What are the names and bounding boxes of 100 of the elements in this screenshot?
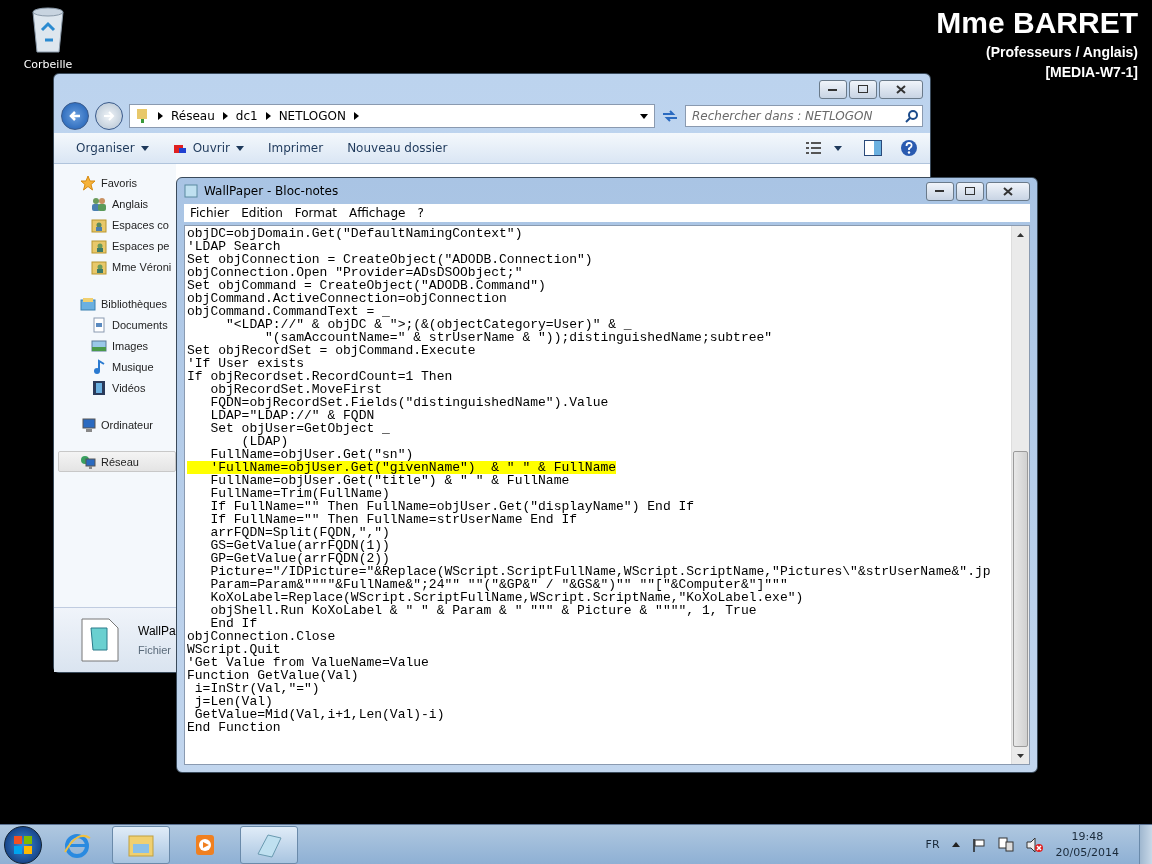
maximize-button[interactable] xyxy=(849,80,877,99)
code-line: If objRecordset.RecordCount=1 Then xyxy=(187,370,453,383)
code-line: 'If User exists xyxy=(187,357,305,370)
network-icon[interactable] xyxy=(997,836,1014,853)
toolbar-button[interactable]: Nouveau dossier xyxy=(337,138,458,158)
nav-item[interactable]: Ordinateur xyxy=(54,414,176,435)
search-field[interactable]: Rechercher dans : NETLOGON xyxy=(685,105,923,127)
nav-item[interactable]: Espaces pe xyxy=(54,235,176,256)
language-indicator[interactable]: FR xyxy=(925,838,940,851)
menu-item[interactable]: ? xyxy=(411,206,430,220)
code-line: "(samAccountName=" & strUserName & "));distinguishedName;subtree" xyxy=(265,331,773,344)
open-with-icon xyxy=(172,142,187,154)
code-line: FullName=objUser.Get("sn") xyxy=(209,448,414,461)
user-group: (Professeurs / Anglais) xyxy=(986,44,1138,60)
nav-item[interactable]: Documents xyxy=(54,314,176,335)
scroll-down-icon[interactable] xyxy=(1017,753,1024,758)
code-line: 'Get Value from ValueName=Value xyxy=(187,656,429,669)
breadcrumb-item[interactable]: dc1 xyxy=(235,109,258,123)
menu-item[interactable]: Affichage xyxy=(343,206,412,220)
code-line: GetValue=Mid(Val,i+1,Len(Val)-i) xyxy=(193,708,445,721)
close-button[interactable] xyxy=(986,181,1030,201)
code-line: GP=GetValue(arrFQDN(2)) xyxy=(209,552,390,565)
code-line: End If xyxy=(209,617,258,630)
nav-item[interactable]: Espaces co xyxy=(54,214,176,235)
code-line: "<LDAP://" & objDC & ">;(&(objectCategory=User)" & _ xyxy=(226,318,632,331)
desktop-icon-label[interactable]: Corbeille xyxy=(23,58,73,71)
toolbar-button[interactable]: Imprimer xyxy=(258,138,334,158)
code-line: FQDN=objRecordSet.Fields("distinguishedName").Value xyxy=(209,396,609,409)
chevron-icon xyxy=(222,112,228,120)
nav-item[interactable]: Anglais xyxy=(54,193,176,214)
code-line: (LDAP) xyxy=(241,435,289,448)
code-line: FullName=objUser.Get("title") & " " & FullName xyxy=(209,474,570,487)
music-icon xyxy=(91,358,107,375)
windows-logo-icon xyxy=(13,834,33,855)
nav-item[interactable]: Musique xyxy=(54,356,176,377)
close-button[interactable] xyxy=(879,80,923,99)
file-type: Fichier xyxy=(138,644,172,656)
computer-name: [MEDIA-W7-1] xyxy=(1045,64,1138,80)
scroll-thumb[interactable] xyxy=(1013,450,1028,747)
address-bar[interactable]: Réseau dc1 NETLOGON xyxy=(129,104,655,128)
code-line: objConnection.Open "Provider=ADsDSOObject;" xyxy=(187,266,523,279)
menu-item[interactable]: Fichier xyxy=(184,206,236,220)
toolbar-button[interactable]: Ouvrir xyxy=(162,138,254,158)
network-icon xyxy=(80,453,96,470)
code-line: i=InStr(Val,"=") xyxy=(193,682,320,695)
code-line: Set objRecordSet = objCommand.Execute xyxy=(187,344,476,357)
code-line: GS=GetValue(arrFQDN(1)) xyxy=(209,539,390,552)
muted-speaker-icon[interactable] xyxy=(1025,836,1044,853)
code-line: 'LDAP Search xyxy=(187,240,281,253)
dropdown-icon[interactable] xyxy=(640,113,648,119)
code-line: j=Len(Val) xyxy=(193,695,273,708)
code-line: Set objConnection = CreateObject("ADODB.Connection") xyxy=(187,253,593,266)
minimize-button[interactable] xyxy=(926,181,954,201)
forward-button[interactable] xyxy=(95,102,123,130)
nav-item[interactable]: Bibliothèques xyxy=(54,293,176,314)
video-icon xyxy=(91,379,107,396)
refresh-icon[interactable] xyxy=(661,109,679,123)
taskbar-app[interactable] xyxy=(240,825,298,864)
code-line: End Function xyxy=(187,721,281,734)
minimize-icon xyxy=(935,189,945,193)
vertical-scrollbar[interactable] xyxy=(1011,226,1029,764)
code-line: Param=Param&""""&FullName&";24"" ""("&GP&" / "&GS&")"" ""["&Computer&"]""" xyxy=(209,578,788,591)
nav-item[interactable]: Vidéos xyxy=(54,377,176,398)
show-desktop-button[interactable] xyxy=(1139,824,1152,864)
nav-item[interactable]: Favoris xyxy=(54,172,176,193)
toolbar-button[interactable]: Organiser xyxy=(66,138,159,158)
code-line: If FullName="" Then FullName=strUserName End If xyxy=(209,513,578,526)
code-line: objConnection.Close xyxy=(187,630,336,643)
script-file-icon xyxy=(81,618,119,662)
close-icon xyxy=(896,85,906,94)
taskbar-app[interactable] xyxy=(112,825,170,864)
nav-item[interactable]: Mme Véroni xyxy=(54,256,176,277)
nav-item[interactable]: Réseau xyxy=(58,451,176,472)
nav-item[interactable]: Images xyxy=(54,335,176,356)
shared-folder-icon xyxy=(91,216,107,233)
code-line: objCommand.CommandText = _ xyxy=(187,305,390,318)
flag-icon[interactable] xyxy=(971,837,986,852)
minimize-button[interactable] xyxy=(819,80,847,99)
show-hidden-icons-icon[interactable] xyxy=(951,842,960,847)
start-button[interactable] xyxy=(4,825,42,864)
code-line: Picture="/IDPicture="&Replace(WScript.ScriptFullName,WScript.ScriptName,"Pictures\"&strUserName&".jp xyxy=(209,565,991,578)
preview-pane-icon[interactable] xyxy=(864,140,882,156)
chevron-icon xyxy=(158,112,163,120)
maximize-icon xyxy=(858,85,868,94)
breadcrumb-item[interactable]: NETLOGON xyxy=(278,109,346,123)
maximize-button[interactable] xyxy=(956,181,984,201)
network-folder-icon xyxy=(136,108,150,124)
maximize-icon xyxy=(965,186,975,196)
back-button[interactable] xyxy=(61,102,89,130)
scroll-up-icon[interactable] xyxy=(1017,232,1024,237)
code-line: arrFQDN=Split(FQDN,",") xyxy=(209,526,390,539)
code-line: WScript.Quit xyxy=(187,643,281,656)
right-arrow-icon xyxy=(103,110,115,122)
help-icon[interactable] xyxy=(900,139,918,157)
menu-item[interactable]: Format xyxy=(288,206,344,220)
code-line: objRecordSet.MoveFirst xyxy=(209,383,383,396)
menu-item[interactable]: Edition xyxy=(235,206,289,220)
clock-time[interactable]: 19:48 xyxy=(1071,830,1104,843)
clock-date[interactable]: 20/05/2014 xyxy=(1055,846,1119,859)
breadcrumb-item[interactable]: Réseau xyxy=(171,109,215,123)
